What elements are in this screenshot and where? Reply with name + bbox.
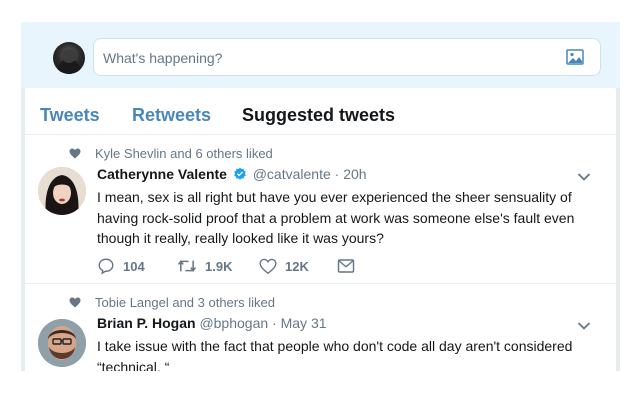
retweet-button[interactable]: 1.9K <box>177 256 232 276</box>
tab-bar: Tweets Retweets Suggested tweets <box>25 88 616 135</box>
author-name[interactable]: Brian P. Hogan <box>97 315 196 331</box>
reply-count: 104 <box>123 258 145 274</box>
timeline-frame: What's happening? Tweets Retweets Sugges… <box>21 22 620 371</box>
tweet-timestamp[interactable]: May 31 <box>281 315 327 331</box>
author-name[interactable]: Catherynne Valente <box>97 166 227 182</box>
tab-suggested-tweets[interactable]: Suggested tweets <box>242 105 395 126</box>
tab-tweets[interactable]: Tweets <box>40 105 100 126</box>
chevron-down-icon[interactable] <box>577 321 591 331</box>
heart-icon <box>69 148 81 159</box>
tweet-item[interactable]: Tobie Langel and 3 others liked Brian P.… <box>25 284 616 371</box>
avatar[interactable] <box>38 319 86 367</box>
avatar-image <box>38 319 86 367</box>
retweet-count: 1.9K <box>205 258 233 274</box>
tweet-header: Brian P. Hogan @bphogan · May 31 <box>97 315 327 331</box>
avatar[interactable] <box>38 167 86 215</box>
like-button[interactable]: 12K <box>259 256 309 276</box>
tweet-header: Catherynne Valente @catvalente · 20h <box>97 166 367 182</box>
compose-placeholder: What's happening? <box>103 50 223 66</box>
separator-dot: · <box>334 166 340 182</box>
heart-icon <box>69 297 81 308</box>
envelope-icon <box>337 259 355 273</box>
reply-icon <box>98 258 114 275</box>
verified-badge-icon <box>233 167 246 180</box>
like-icon <box>259 258 277 274</box>
tweet-timestamp[interactable]: 20h <box>343 166 366 182</box>
tab-retweets[interactable]: Retweets <box>132 105 211 126</box>
separator-dot: · <box>272 315 277 331</box>
tweet-item[interactable]: Kyle Shevlin and 6 others liked Catheryn… <box>25 135 616 284</box>
user-avatar[interactable] <box>53 42 85 74</box>
like-count: 12K <box>285 258 309 274</box>
compose-input[interactable]: What's happening? <box>93 38 601 76</box>
reply-button[interactable]: 104 <box>97 256 145 276</box>
chevron-down-icon[interactable] <box>577 172 591 182</box>
context-text: Tobie Langel and 3 others liked <box>95 295 275 310</box>
tweet-text: I mean, sex is all right but have you ev… <box>97 189 575 246</box>
image-icon[interactable] <box>566 49 584 65</box>
tweets-card: Tweets Retweets Suggested tweets Kyle Sh… <box>25 88 616 371</box>
author-handle[interactable]: @bphogan <box>199 315 268 331</box>
direct-message-button[interactable] <box>337 256 363 276</box>
tweet-actions: 104 1.9K 12K <box>97 256 397 276</box>
retweet-icon <box>177 260 197 272</box>
avatar-image <box>38 167 86 215</box>
author-handle[interactable]: @catvalente <box>253 166 331 182</box>
compose-bar: What's happening? <box>21 22 620 88</box>
tweet-text: I take issue with the fact that people w… <box>97 338 573 371</box>
context-text: Kyle Shevlin and 6 others liked <box>95 146 273 161</box>
